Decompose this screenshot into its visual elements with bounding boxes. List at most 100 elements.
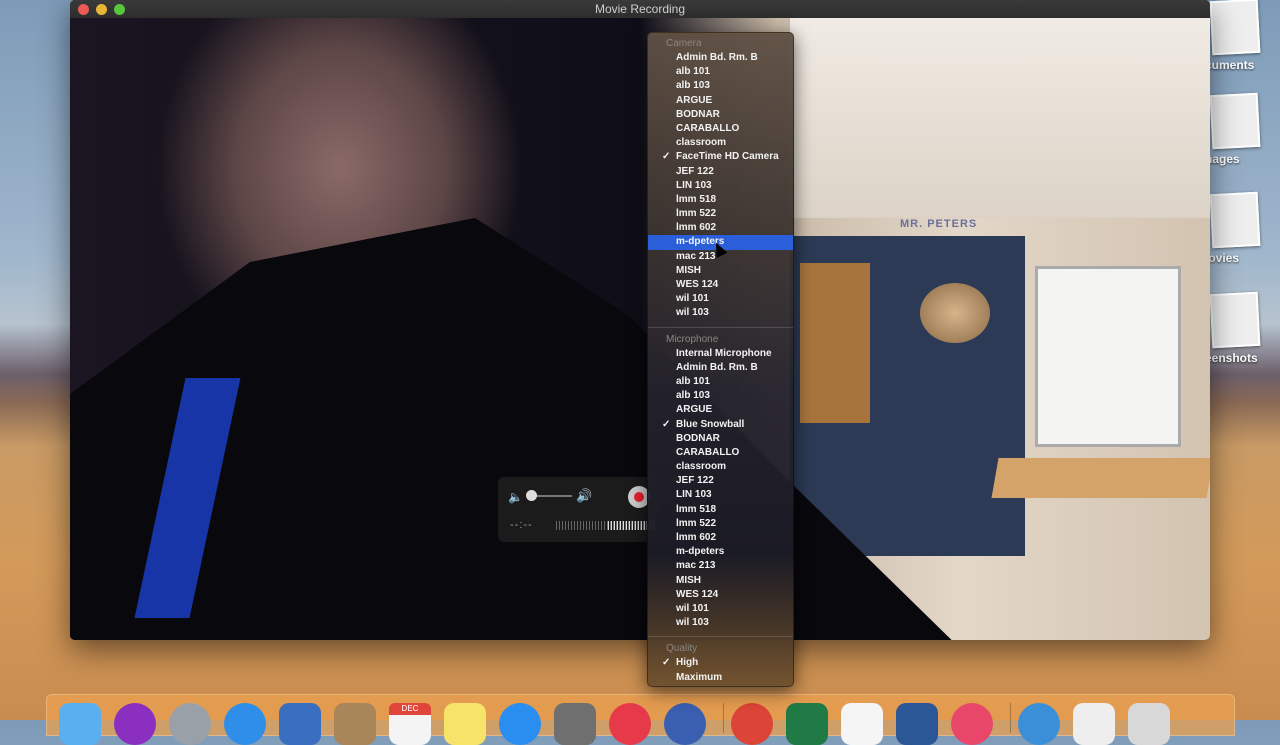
menu-item-camera[interactable]: ARGUE (648, 94, 793, 108)
menu-section-header-camera: Camera (666, 38, 702, 49)
menu-item-camera[interactable]: ✓ FaceTime HD Camera (648, 150, 793, 164)
menu-item-label: lmm 602 (676, 222, 717, 234)
menu-item-label: MISH (676, 264, 701, 276)
menu-item-microphone[interactable]: Admin Bd. Rm. B (648, 361, 793, 375)
menu-item-microphone[interactable]: lmm 518 (648, 503, 793, 517)
dock-news-icon[interactable] (609, 703, 651, 745)
menu-item-microphone[interactable]: mac 213 (648, 559, 793, 573)
desktop-stack-movies[interactable]: lovies (1205, 191, 1280, 265)
dock-chrome-icon[interactable] (731, 703, 773, 745)
menu-section-header-microphone: Microphone (666, 333, 719, 345)
checkmark-icon: ✓ (662, 657, 671, 669)
menu-item-microphone[interactable]: JEF 122 (648, 474, 793, 488)
menu-item-microphone[interactable]: classroom (648, 460, 793, 474)
menu-item-microphone[interactable]: alb 101 (648, 375, 793, 389)
desktop-stack-screenshots[interactable]: eenshots (1205, 291, 1280, 365)
volume-slider-knob[interactable] (526, 490, 537, 501)
dock-siri-icon[interactable] (114, 703, 156, 745)
menu-item-camera[interactable]: wil 101 (648, 292, 793, 306)
menu-item-camera[interactable]: lmm 522 (648, 207, 793, 221)
menu-item-label: LIN 103 (676, 179, 712, 191)
dock-onenote-terminal-icon[interactable] (841, 703, 883, 745)
volume-high-icon: 🔊 (576, 488, 593, 503)
menu-item-quality[interactable]: ✓ High (648, 656, 793, 670)
menu-item-camera[interactable]: WES 124 (648, 278, 793, 292)
menu-item-label: wil 103 (676, 617, 709, 629)
dock-quicktime-icon[interactable] (664, 703, 706, 745)
menu-item-camera[interactable]: BODNAR (648, 108, 793, 122)
menu-item-camera[interactable]: CARABALLO (648, 122, 793, 136)
menu-item-label: alb 103 (676, 390, 710, 402)
sombrero (920, 283, 990, 343)
menu-item-label: lmm 518 (676, 503, 717, 515)
menu-item-label: BODNAR (676, 108, 720, 120)
dock-separator (723, 703, 724, 733)
menu-item-label: mac 213 (676, 560, 716, 572)
menu-item-camera[interactable]: lmm 602 (648, 221, 793, 235)
menu-item-label: FaceTime HD Camera (676, 151, 779, 163)
menu-item-label: ARGUE (676, 404, 713, 416)
dock-network-icon[interactable] (1018, 703, 1060, 745)
menu-item-microphone[interactable]: Internal Microphone (648, 347, 793, 361)
dock-mail-icon[interactable] (279, 703, 321, 745)
menu-item-microphone[interactable]: BODNAR (648, 432, 793, 446)
menu-item-microphone[interactable]: m-dpeters (648, 545, 793, 559)
menu-item-camera[interactable]: alb 103 (648, 79, 793, 93)
images-stack-icon (1209, 92, 1261, 150)
menu-item-label: Admin Bd. Rm. B (676, 361, 758, 373)
desktop-stack-images[interactable]: nages (1205, 92, 1280, 166)
dock-app-store-icon[interactable] (499, 703, 541, 745)
desktop-stack-documents[interactable]: cuments (1205, 0, 1280, 72)
menu-item-camera[interactable]: JEF 122 (648, 165, 793, 179)
menu-item-microphone[interactable]: alb 103 (648, 389, 793, 403)
menu-item-camera[interactable]: alb 101 (648, 65, 793, 79)
menu-separator (648, 636, 793, 638)
dock-calendar-icon[interactable]: DEC (389, 703, 431, 745)
documents-stack-icon (1209, 0, 1261, 56)
menu-item-microphone[interactable]: lmm 522 (648, 517, 793, 531)
dock-launchpad-icon[interactable] (169, 703, 211, 745)
menu-item-camera[interactable]: classroom (648, 136, 793, 150)
menu-item-label: m-dpeters (676, 546, 725, 558)
menu-item-microphone[interactable]: ARGUE (648, 403, 793, 417)
dock-separator (1010, 703, 1011, 733)
menu-item-camera[interactable]: Admin Bd. Rm. B (648, 51, 793, 65)
dock-finder-icon[interactable] (59, 703, 101, 745)
menu-item-label: LIN 103 (676, 489, 712, 501)
menu-item-microphone[interactable]: wil 101 (648, 602, 793, 616)
menu-item-camera[interactable]: wil 103 (648, 306, 793, 320)
menu-item-microphone[interactable]: wil 103 (648, 616, 793, 630)
audio-level-meter (556, 521, 656, 530)
dock-word-icon[interactable] (896, 703, 938, 745)
menu-item-microphone[interactable]: LIN 103 (648, 488, 793, 502)
stack-label: eenshots (1205, 351, 1258, 365)
menu-item-microphone[interactable]: MISH (648, 574, 793, 588)
menu-item-label: High (676, 657, 699, 669)
dock-itunes-icon[interactable] (951, 703, 993, 745)
dock-system-preferences-icon[interactable] (554, 703, 596, 745)
menu-item-camera[interactable]: MISH (648, 264, 793, 278)
window-title: Movie Recording (594, 2, 686, 16)
menu-item-label: ARGUE (676, 94, 713, 106)
menu-section-header-quality: Quality (666, 643, 698, 655)
camera-preview: MR. PETERS (70, 18, 1210, 640)
menu-item-quality[interactable]: Maximum (648, 671, 793, 685)
menu-item-microphone[interactable]: ✓ Blue Snowball (648, 418, 793, 432)
menu-item-microphone[interactable]: CARABALLO (648, 446, 793, 460)
menu-item-microphone[interactable]: WES 124 (648, 588, 793, 602)
menu-item-label: CARABALLO (676, 446, 740, 458)
dock-trash-icon[interactable] (1128, 703, 1170, 745)
dock-preview-window-icon[interactable] (1073, 703, 1115, 745)
menu-item-camera[interactable]: LIN 103 (648, 179, 793, 193)
dock-notes-icon[interactable] (444, 703, 486, 745)
dock-safari-icon[interactable] (224, 703, 266, 745)
menu-item-camera[interactable]: lmm 518 (648, 193, 793, 207)
dock-excel-icon[interactable] (786, 703, 828, 745)
menu-item-label: alb 101 (676, 375, 710, 387)
menu-item-label: BODNAR (676, 432, 720, 444)
dock-contacts-icon[interactable] (334, 703, 376, 745)
menu-item-microphone[interactable]: lmm 602 (648, 531, 793, 545)
title-bar[interactable]: Movie Recording (70, 0, 1210, 18)
stack-label: cuments (1205, 58, 1255, 72)
checkmark-icon: ✓ (662, 418, 671, 430)
